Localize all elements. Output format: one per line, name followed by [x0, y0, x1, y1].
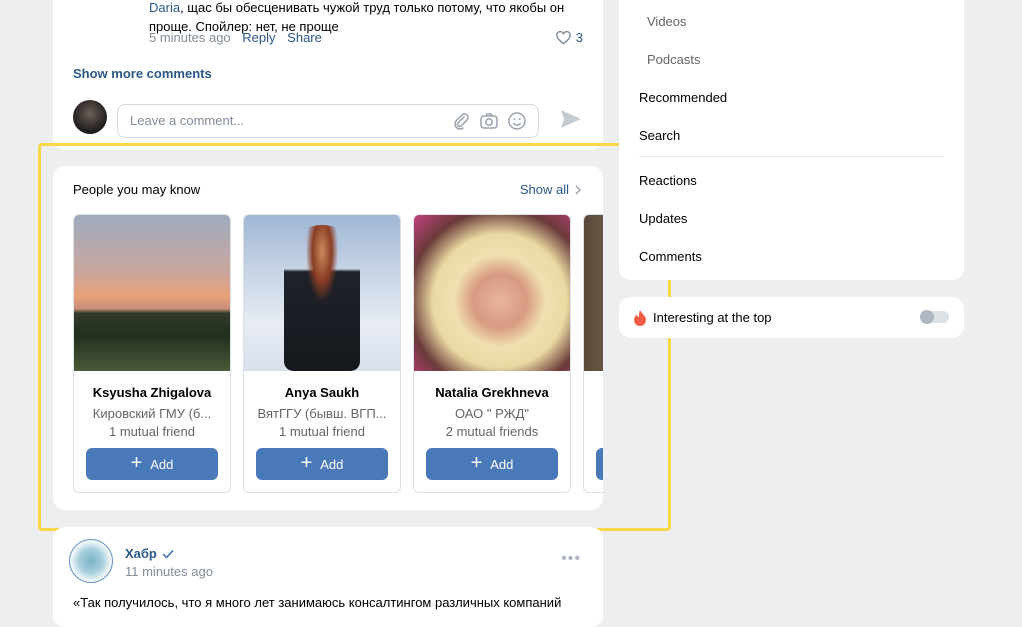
person-name[interactable]: Anya Saukh [244, 385, 400, 400]
sidebar-menu: Videos Podcasts Recommended Search React… [619, 0, 964, 280]
person-name[interactable]: Natalia Grekhneva [414, 385, 570, 400]
interesting-at-top-label: Interesting at the top [653, 310, 772, 325]
menu-item-podcasts[interactable]: Podcasts [647, 52, 700, 67]
paperclip-icon[interactable] [451, 111, 471, 131]
menu-item-recommended[interactable]: Recommended [639, 90, 727, 105]
verified-icon [162, 549, 174, 559]
menu-item-updates[interactable]: Updates [639, 211, 687, 226]
person-photo[interactable] [414, 215, 570, 371]
divider [639, 156, 944, 157]
add-friend-button[interactable] [596, 448, 603, 480]
smile-icon[interactable] [507, 111, 527, 131]
comment-body: , щас бы обесценивать чужой труд только … [149, 0, 565, 34]
menu-item-reactions[interactable]: Reactions [639, 173, 697, 188]
add-label: Add [150, 456, 174, 472]
people-you-may-know-card: People you may know Show all Ksyusha Zhi… [53, 166, 603, 510]
comment-time[interactable]: 5 minutes ago [149, 30, 231, 45]
post-text: «Так получилось, что я много лет занимаю… [73, 595, 562, 610]
person-card[interactable]: Anya Saukh ВятГГУ (бывш. ВГП... 1 mutual… [243, 214, 401, 493]
chevron-right-icon [575, 184, 581, 195]
show-all-label: Show all [519, 182, 569, 197]
person-mutual-friends[interactable]: 1 mutual friend [244, 424, 400, 439]
more-options-icon[interactable]: ••• [561, 550, 581, 568]
person-university: ОАО " РЖД" [454, 406, 530, 421]
add-friend-button[interactable]: + Add [256, 448, 388, 480]
send-icon[interactable] [560, 109, 582, 129]
person-card[interactable]: Natalia Grekhneva ОАО " РЖД" 2 mutual fr… [413, 214, 571, 493]
person-photo[interactable] [244, 215, 400, 371]
avatar[interactable] [73, 100, 107, 134]
add-friend-button[interactable]: + Add [426, 448, 558, 480]
fire-icon [634, 310, 646, 326]
plus-icon: + [130, 452, 143, 474]
menu-item-comments[interactable]: Comments [639, 249, 702, 264]
camera-icon[interactable] [479, 111, 499, 131]
person-university: ВятГГУ (бывш. ВГП... [257, 406, 387, 421]
add-friend-button[interactable]: + Add [86, 448, 218, 480]
post-time[interactable]: 11 minutes ago [125, 564, 213, 579]
avatar[interactable] [69, 539, 113, 583]
comment-mention[interactable]: Daria [149, 0, 180, 15]
menu-item-search[interactable]: Search [639, 128, 680, 143]
person-mutual-friends[interactable]: 2 mutual friends [414, 424, 570, 439]
add-label: Add [490, 456, 514, 472]
toggle-knob [920, 310, 934, 324]
section-title: People you may know [73, 182, 201, 197]
post-card: Хабр 11 minutes ago ••• «Так получилось,… [53, 527, 603, 627]
person-name[interactable]: Ksyusha Zhigalova [74, 385, 230, 400]
comment-input[interactable]: Leave a comment... [117, 104, 539, 138]
post-author[interactable]: Хабр [125, 546, 174, 561]
person-university: Кировский ГМУ (б... [92, 406, 212, 421]
person-photo[interactable] [74, 215, 230, 371]
show-more-comments-link[interactable]: Show more comments [73, 66, 212, 81]
comment-meta: 5 minutes ago Reply Share [149, 30, 330, 45]
post-author-name: Хабр [125, 546, 157, 561]
comment-card: Daria, щас бы обесценивать чужой труд то… [53, 0, 603, 150]
like-button[interactable]: 3 [555, 30, 583, 45]
person-mutual-friends[interactable]: 1 mutual friend [74, 424, 230, 439]
comment-placeholder: Leave a comment... [130, 113, 245, 128]
show-all-link[interactable]: Show all [520, 182, 581, 197]
reply-link[interactable]: Reply [242, 30, 275, 45]
plus-icon: + [300, 452, 313, 474]
menu-item-videos[interactable]: Videos [647, 14, 687, 29]
add-label: Add [320, 456, 344, 472]
interesting-toggle-card[interactable]: Interesting at the top [619, 297, 964, 338]
like-count: 3 [575, 30, 583, 45]
heart-icon [555, 30, 571, 45]
person-photo[interactable] [584, 215, 603, 371]
plus-icon: + [470, 452, 483, 474]
person-card[interactable]: Ksyusha Zhigalova Кировский ГМУ (б... 1 … [73, 214, 231, 493]
interesting-toggle[interactable] [920, 310, 949, 324]
person-card-partial[interactable] [583, 214, 603, 493]
share-link[interactable]: Share [287, 30, 322, 45]
